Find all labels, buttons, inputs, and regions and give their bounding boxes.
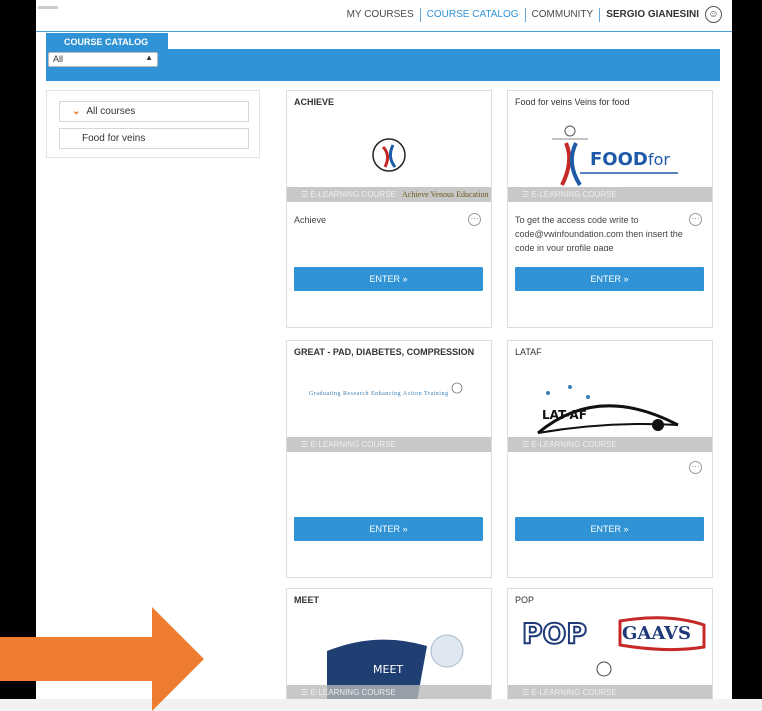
category-sidebar: ⌄ All courses Food for veins (46, 90, 260, 158)
course-card-food-for-veins: Food for veins Veins for food FOOD for ☰… (507, 90, 713, 328)
more-options-icon[interactable]: ··· (689, 461, 702, 474)
course-type-bar: ☰ E-LEARNING COURSE (508, 187, 712, 202)
annotation-arrow-icon (0, 607, 204, 711)
course-card-great: GREAT - PAD, DIABETES, COMPRESSION Gradu… (286, 340, 492, 578)
course-type-label: E-LEARNING COURSE (310, 190, 396, 199)
course-type-bar: ☰ E-LEARNING COURSE (508, 437, 712, 452)
course-type-label: E-LEARNING COURSE (310, 688, 396, 697)
course-type-bar: ☰ E-LEARNING COURSE (287, 437, 491, 452)
top-navigation: MY COURSES COURSE CATALOG COMMUNITY SERG… (341, 6, 722, 23)
course-type-label: E-LEARNING COURSE (531, 190, 617, 199)
course-type-label: E-LEARNING COURSE (531, 440, 617, 449)
course-type-bar: ☰ E-LEARNING COURSE Achieve Venous Educa… (287, 187, 491, 202)
course-title: POP (515, 595, 535, 605)
course-card-pop: POP POP GAAVS ☰ E-LEARNING COURSE (507, 588, 713, 711)
enter-button[interactable]: ENTER » (294, 517, 483, 541)
course-title: MEET (294, 595, 320, 605)
site-logo[interactable] (38, 6, 58, 9)
course-card-achieve: ACHIEVE ☰ E-LEARNING COURSE Achieve Veno… (286, 90, 492, 328)
svg-text:FOOD: FOOD (590, 149, 648, 170)
sidebar-item-food-for-veins[interactable]: Food for veins (59, 128, 249, 149)
svg-text:for: for (648, 150, 670, 169)
sidebar-item-label: All courses (86, 106, 136, 117)
enter-button[interactable]: ENTER » (294, 267, 483, 291)
nav-course-catalog[interactable]: COURSE CATALOG (421, 9, 525, 20)
lataf-logo-text: LAT-AF (542, 408, 587, 422)
filter-selected-value: All (53, 54, 64, 64)
sidebar-item-label: Food for veins (82, 133, 146, 144)
course-title: GREAT - PAD, DIABETES, COMPRESSION (294, 347, 475, 357)
course-card-meet: MEET MEET ☰ E-LEARNING COURSE (286, 588, 492, 711)
meet-logo-text: MEET (373, 663, 403, 676)
course-type-label: E-LEARNING COURSE (531, 688, 617, 697)
course-description: Achieve (294, 215, 327, 225)
course-description: To get the access code write to code@vwi… (515, 215, 683, 251)
avatar-icon[interactable]: ☺ (705, 6, 722, 23)
course-catalog-page: MY COURSES COURSE CATALOG COMMUNITY SERG… (36, 0, 732, 711)
svg-text:GAAVS: GAAVS (622, 623, 691, 644)
top-bar: MY COURSES COURSE CATALOG COMMUNITY SERG… (36, 0, 732, 32)
nav-community[interactable]: COMMUNITY (526, 9, 600, 20)
logo-caption: Achieve Venous Education (402, 190, 489, 199)
chevron-down-icon: ⌄ (72, 106, 81, 117)
enter-button[interactable]: ENTER » (515, 267, 704, 291)
course-title: LATAF (515, 347, 542, 357)
course-type-label: E-LEARNING COURSE (310, 440, 396, 449)
course-title: ACHIEVE (294, 97, 335, 107)
course-title: Food for veins Veins for food (515, 97, 630, 107)
course-card-lataf: LATAF LAT-AF ☰ E-LEARNING COURSE ··· ENT… (507, 340, 713, 578)
nav-my-courses[interactable]: MY COURSES (341, 9, 420, 20)
catalog-filter-select[interactable]: All ▲ (48, 52, 158, 67)
course-type-bar: ☰ E-LEARNING COURSE (287, 685, 491, 700)
more-options-icon[interactable]: ··· (689, 213, 702, 226)
select-arrows-icon: ▲ (145, 53, 153, 62)
course-type-bar: ☰ E-LEARNING COURSE (508, 685, 712, 700)
sidebar-item-all-courses[interactable]: ⌄ All courses (59, 101, 249, 122)
svg-text:POP: POP (522, 617, 587, 650)
more-options-icon[interactable]: ··· (468, 213, 481, 226)
enter-button[interactable]: ENTER » (515, 517, 704, 541)
user-name[interactable]: SERGIO GIANESINI (600, 9, 705, 20)
